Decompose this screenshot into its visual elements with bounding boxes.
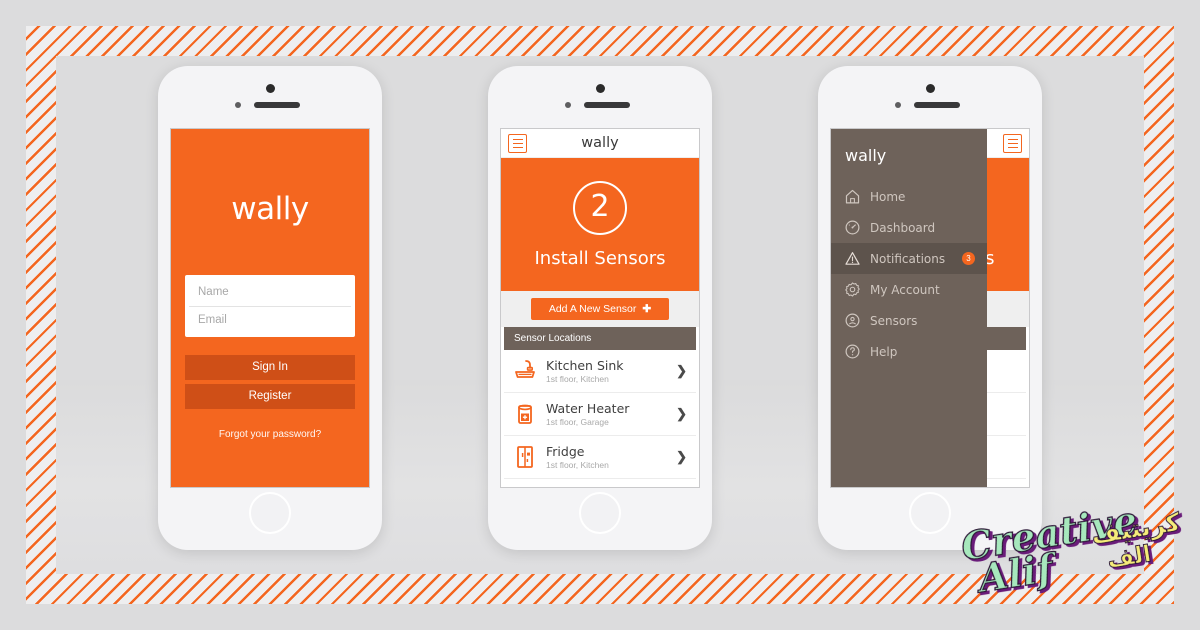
status-badge: 3 [962, 252, 975, 265]
earpiece-speaker-icon [584, 102, 630, 108]
chevron-right-icon: ❯ [676, 406, 687, 421]
creative-alif-watermark: Creative Alif كريتيف الف [958, 500, 1183, 602]
chevron-right-icon: ❯ [676, 363, 687, 378]
phone-mockup-install-sensors: wally 2 Install Sensors Add A New Sensor… [488, 66, 712, 550]
list-item[interactable] [985, 393, 1026, 436]
sidebar-item-sensors[interactable]: Sensors [831, 305, 987, 336]
sidebar-item-notifications[interactable]: Notifications 3 [831, 243, 987, 274]
login-form: Name Email [185, 275, 355, 337]
sensor-name: Water Heater [546, 401, 630, 416]
sensor-location-list [985, 350, 1026, 479]
sidebar-item-home[interactable]: Home [831, 181, 987, 212]
app-topbar [985, 129, 1029, 158]
page-title: Install Sensors [534, 247, 666, 269]
sidebar-item-label: Notifications [870, 251, 946, 266]
phone-speaker-area [818, 66, 1042, 124]
proximity-sensor-icon [565, 102, 571, 108]
login-screen: wally Name Email Sign In Register Forgot… [170, 128, 370, 488]
sensor-location: 1st floor, Kitchen [546, 460, 609, 470]
login-button-stack: Sign In Register [185, 355, 355, 409]
app-logo: wally [231, 191, 309, 227]
fridge-icon [517, 446, 533, 468]
front-camera-icon [926, 84, 935, 93]
gear-icon [845, 282, 860, 297]
sensor-location: 1st floor, Kitchen [546, 374, 609, 384]
section-header: Choose Location [985, 327, 1026, 350]
step-number-badge: 2 [573, 180, 627, 235]
sensor-location-list: Kitchen Sink 1st floor, Kitchen ❯ Water … [504, 350, 696, 479]
home-icon [845, 189, 860, 204]
hamburger-icon[interactable] [1003, 134, 1022, 153]
watermark-arabic2: الف [1106, 541, 1153, 574]
sidebar-item-label: Help [870, 344, 898, 359]
dashboard-icon [845, 220, 860, 235]
earpiece-speaker-icon [914, 102, 960, 108]
add-sensor-strip: Add A New Sensor ✚ [501, 291, 699, 327]
phone-mockup-login: wally Name Email Sign In Register Forgot… [158, 66, 382, 550]
sensor-location: 1st floor, Garage [546, 417, 609, 427]
list-item[interactable]: Fridge 1st floor, Kitchen ❯ [504, 436, 696, 479]
list-item-text: Kitchen Sink 1st floor, Kitchen [546, 358, 667, 384]
sensors-icon [845, 313, 860, 328]
list-item-text: Water Heater 1st floor, Garage [546, 401, 667, 427]
app-logo: wally [845, 146, 887, 165]
screenshot-canvas: wally Name Email Sign In Register Forgot… [0, 0, 1200, 630]
drawer-container: 2 Install Sensors Choose Location [831, 129, 1029, 487]
register-button[interactable]: Register [185, 384, 355, 409]
navigation-drawer: wally Home Dashboard Notifications 3 My … [831, 129, 987, 487]
login-body: wally Name Email Sign In Register Forgot… [171, 129, 369, 487]
name-field[interactable]: Name [189, 279, 351, 306]
water-heater-icon [518, 404, 532, 424]
phone-speaker-area [158, 66, 382, 124]
sign-in-button[interactable]: Sign In [185, 355, 355, 380]
proximity-sensor-icon [895, 102, 901, 108]
notifications-icon [845, 252, 860, 265]
sensor-name: Fridge [546, 444, 585, 459]
home-button[interactable] [909, 492, 951, 534]
step-hero: 2 Install Sensors [985, 158, 1029, 291]
phone-mockup-drawer: 2 Install Sensors Choose Location [818, 66, 1042, 550]
app-logo: wally [581, 135, 619, 151]
front-camera-icon [266, 84, 275, 93]
list-item[interactable] [985, 350, 1026, 393]
underlying-screen-peek: 2 Install Sensors Choose Location [985, 129, 1029, 487]
sidebar-item-dashboard[interactable]: Dashboard [831, 212, 987, 243]
plus-icon: ✚ [642, 303, 652, 315]
sensor-name: Kitchen Sink [546, 358, 624, 373]
add-new-sensor-button[interactable]: Add A New Sensor ✚ [530, 298, 670, 320]
add-sensor-strip [985, 291, 1029, 327]
proximity-sensor-icon [235, 102, 241, 108]
sidebar-item-help[interactable]: Help [831, 336, 987, 367]
help-icon [845, 344, 860, 359]
peek-content: 2 Install Sensors Choose Location [985, 129, 1029, 487]
list-item[interactable] [985, 436, 1026, 479]
drawer-menu: Home Dashboard Notifications 3 My Accoun… [831, 181, 987, 367]
add-new-sensor-label: Add A New Sensor [548, 303, 637, 315]
hamburger-icon[interactable] [508, 134, 527, 153]
phone-speaker-area [488, 66, 712, 124]
list-item[interactable]: Kitchen Sink 1st floor, Kitchen ❯ [504, 350, 696, 393]
install-sensors-screen: wally 2 Install Sensors Add A New Sensor… [500, 128, 700, 488]
drawer-screen: 2 Install Sensors Choose Location [830, 128, 1030, 488]
home-button[interactable] [579, 492, 621, 534]
earpiece-speaker-icon [254, 102, 300, 108]
email-field[interactable]: Email [189, 306, 351, 333]
forgot-password-link[interactable]: Forgot your password? [171, 429, 369, 440]
list-item-text: Fridge 1st floor, Kitchen [546, 444, 667, 470]
sidebar-item-label: Home [870, 189, 906, 204]
sidebar-item-label: Sensors [870, 313, 918, 328]
sidebar-item-label: My Account [870, 282, 940, 297]
chevron-right-icon: ❯ [676, 449, 687, 464]
front-camera-icon [596, 84, 605, 93]
list-item[interactable]: Water Heater 1st floor, Garage ❯ [504, 393, 696, 436]
step-hero: 2 Install Sensors [501, 158, 699, 291]
home-button[interactable] [249, 492, 291, 534]
sidebar-item-label: Dashboard [870, 220, 936, 235]
app-topbar: wally [501, 129, 699, 158]
section-header: Sensor Locations [504, 327, 696, 350]
sink-icon [515, 360, 535, 378]
sidebar-item-my-account[interactable]: My Account [831, 274, 987, 305]
